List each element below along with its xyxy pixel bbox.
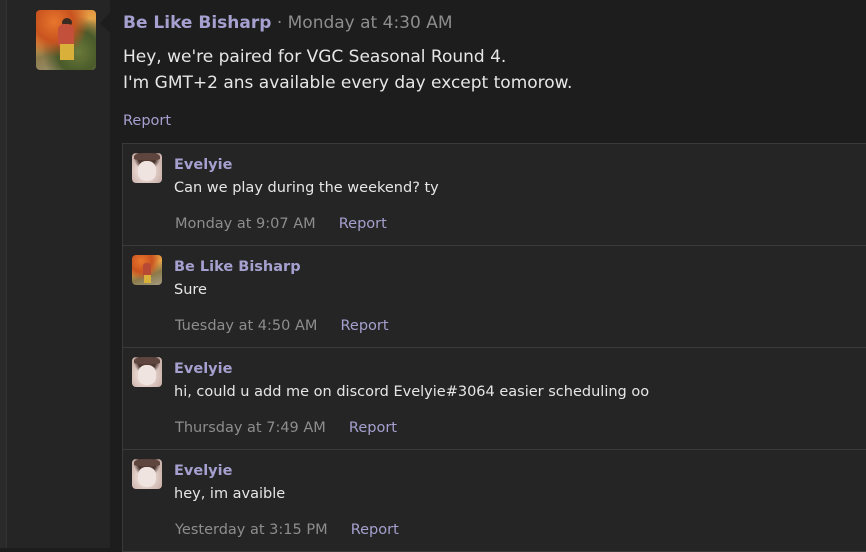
reply-author-name[interactable]: Be Like Bisharp — [174, 257, 301, 277]
reply-item: Evelyie hi, could u add me on discord Ev… — [123, 348, 866, 450]
avatar-art-hair — [138, 467, 156, 487]
reply-item: Be Like Bisharp Sure Tuesday at 4:50 AM … — [123, 246, 866, 348]
avatar-art-skirt — [144, 275, 151, 283]
post-report-link[interactable]: Report — [123, 111, 171, 131]
message-user-column — [7, 0, 110, 548]
reply-timestamp[interactable]: Yesterday at 3:15 PM — [175, 522, 328, 538]
message-pointer-arrow — [100, 13, 110, 33]
reply-avatar[interactable] — [132, 153, 162, 183]
reply-text: Can we play during the weekend? ty — [174, 180, 439, 196]
reply-report-link[interactable]: Report — [349, 420, 397, 436]
left-edge-strip — [0, 0, 7, 548]
avatar-art-hat — [134, 357, 160, 364]
post-body-line: Hey, we're paired for VGC Seasonal Round… — [123, 47, 507, 67]
reply-author-name[interactable]: Evelyie — [174, 155, 232, 175]
reply-text: hi, could u add me on discord Evelyie#30… — [174, 384, 650, 400]
post-author-avatar[interactable] — [36, 10, 96, 70]
reply-timestamp[interactable]: Tuesday at 4:50 AM — [175, 318, 317, 334]
post-timestamp[interactable]: Monday at 4:30 AM — [288, 13, 453, 33]
reply-timestamp[interactable]: Thursday at 7:49 AM — [175, 420, 326, 436]
reply-avatar[interactable] — [132, 459, 162, 489]
post-header: Be Like Bisharp · Monday at 4:30 AM — [123, 11, 453, 35]
reply-report-link[interactable]: Report — [351, 522, 399, 538]
avatar-art-hair — [138, 365, 156, 385]
reply-text: hey, im avaible — [174, 486, 286, 502]
reply-text: Sure — [174, 282, 207, 298]
reply-item: Evelyie Can we play during the weekend? … — [123, 144, 866, 246]
avatar-art-hat — [134, 153, 160, 160]
reply-meta: Thursday at 7:49 AM Report — [175, 417, 397, 438]
reply-report-link[interactable]: Report — [339, 216, 387, 232]
reply-list: Evelyie Can we play during the weekend? … — [122, 143, 866, 552]
reply-timestamp[interactable]: Monday at 9:07 AM — [175, 216, 316, 232]
post-body: Hey, we're paired for VGC Seasonal Round… — [123, 44, 572, 96]
reply-avatar[interactable] — [132, 255, 162, 285]
post-body-line: I'm GMT+2 ans available every day except… — [123, 73, 573, 93]
reply-meta: Monday at 9:07 AM Report — [175, 213, 387, 234]
avatar-art-skirt — [60, 44, 74, 60]
avatar-art-hat — [134, 459, 160, 466]
header-separator: · — [276, 13, 283, 33]
reply-meta: Tuesday at 4:50 AM Report — [175, 315, 389, 336]
reply-avatar[interactable] — [132, 357, 162, 387]
reply-author-name[interactable]: Evelyie — [174, 359, 232, 379]
avatar-art-hair — [138, 161, 156, 181]
reply-item: Evelyie hey, im avaible Yesterday at 3:1… — [123, 450, 866, 552]
avatar-art-body — [58, 24, 74, 46]
post-author-name[interactable]: Be Like Bisharp — [123, 13, 271, 33]
reply-author-name[interactable]: Evelyie — [174, 461, 232, 481]
reply-report-link[interactable]: Report — [340, 318, 388, 334]
reply-meta: Yesterday at 3:15 PM Report — [175, 519, 399, 540]
